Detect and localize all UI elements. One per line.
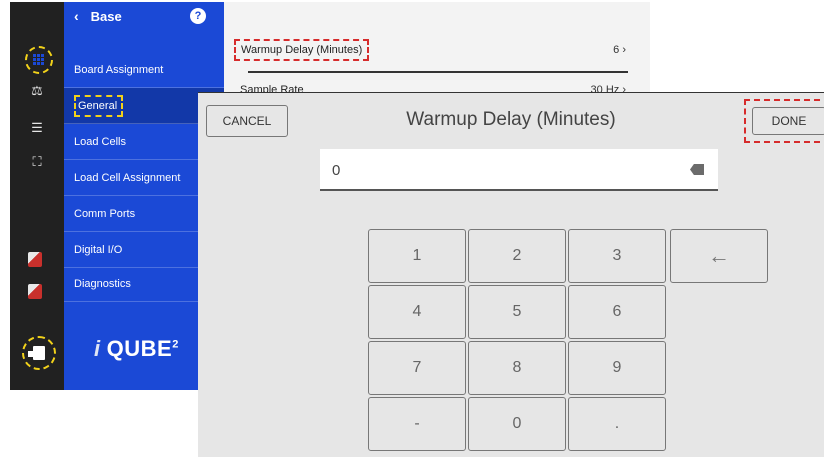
sidebar-item-label: Comm Ports <box>74 207 136 220</box>
grid-icon[interactable] <box>25 46 53 74</box>
key-7[interactable]: 7 <box>368 341 466 395</box>
sidebar-item-label: Diagnostics <box>74 277 131 290</box>
modal-title: Warmup Delay (Minutes) <box>406 109 616 130</box>
help-icon[interactable]: ? <box>190 8 206 24</box>
icon-rail: ⚖ ☰ ⛶ <box>10 2 64 390</box>
sidebar-title[interactable]: Base <box>91 9 122 24</box>
key-1[interactable]: 1 <box>368 229 466 283</box>
sidebar-header: ‹ Base ? <box>64 2 224 30</box>
divider <box>248 71 628 73</box>
keypad-modal: CANCEL Warmup Delay (Minutes) DONE 0 1 2… <box>198 92 824 457</box>
setting-value: 6 › <box>613 44 626 56</box>
network-icon[interactable]: ⛶ <box>24 151 50 173</box>
sidebar-item-label: Load Cell Assignment <box>74 171 181 184</box>
key-0[interactable]: 0 <box>468 397 566 451</box>
key-9[interactable]: 9 <box>568 341 666 395</box>
settings-panel: Warmup Delay (Minutes) 6 › Sample Rate 3… <box>224 2 650 96</box>
key-minus[interactable]: - <box>368 397 466 451</box>
key-5[interactable]: 5 <box>468 285 566 339</box>
clear-icon[interactable] <box>690 164 704 175</box>
done-button[interactable]: DONE <box>752 107 824 135</box>
list-icon[interactable]: ☰ <box>24 117 50 139</box>
key-8[interactable]: 8 <box>468 341 566 395</box>
cup-icon[interactable] <box>28 284 42 299</box>
key-decimal[interactable]: . <box>568 397 666 451</box>
key-4[interactable]: 4 <box>368 285 466 339</box>
input-value: 0 <box>332 162 341 179</box>
logo-superscript: 2 <box>172 338 179 351</box>
export-icon[interactable] <box>22 336 56 370</box>
key-2[interactable]: 2 <box>468 229 566 283</box>
sidebar-item-label: General <box>74 94 124 117</box>
back-chevron-icon[interactable]: ‹ <box>74 8 79 24</box>
logo-text: QUBE <box>106 336 173 361</box>
setting-row-warmup-delay[interactable]: Warmup Delay (Minutes) 6 › <box>234 38 640 62</box>
sidebar-item-label: Digital I/O <box>74 243 123 256</box>
key-6[interactable]: 6 <box>568 285 666 339</box>
setting-label: Warmup Delay (Minutes) <box>234 39 370 61</box>
backspace-button[interactable]: ← <box>670 229 768 283</box>
sidebar-item-label: Board Assignment <box>74 63 164 76</box>
iqube-logo: i QUBE2 <box>94 336 179 362</box>
logo-mark-icon: i <box>94 336 101 361</box>
done-highlight: DONE <box>744 99 824 143</box>
sidebar-item-board-assignment[interactable]: Board Assignment <box>64 52 224 88</box>
key-3[interactable]: 3 <box>568 229 666 283</box>
scale-icon[interactable]: ⚖ <box>24 80 50 102</box>
value-input[interactable]: 0 <box>320 149 718 191</box>
sidebar-item-label: Load Cells <box>74 135 126 148</box>
cup-icon[interactable] <box>28 252 42 267</box>
